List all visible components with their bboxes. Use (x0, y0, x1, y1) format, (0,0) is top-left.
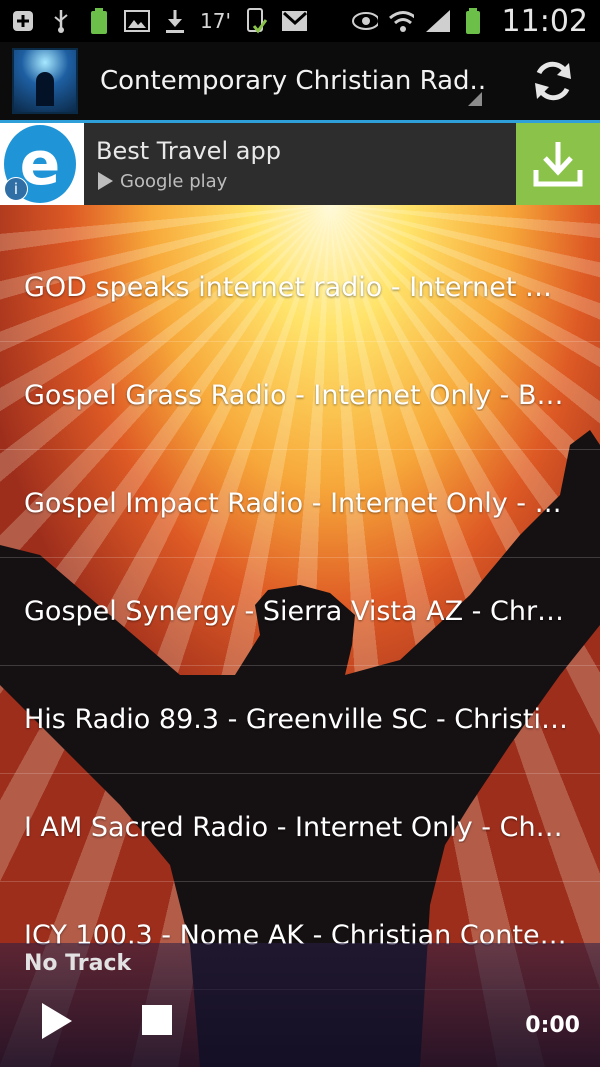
station-name: Gospel Impact Radio - Internet Only - Go… (24, 488, 569, 519)
station-name: I AM Sacred Radio - Internet Only - Chri… (24, 812, 569, 843)
list-item[interactable]: GOD speaks internet radio - Internet On.… (0, 205, 600, 342)
clock: 11:02 (501, 3, 588, 39)
ad-title: Best Travel app (96, 136, 281, 165)
list-item[interactable]: Gospel Synergy - Sierra Vista AZ - Chris… (0, 558, 600, 666)
add-icon (10, 8, 36, 34)
refresh-button[interactable] (528, 56, 578, 106)
google-play-icon (98, 172, 113, 190)
station-name: Gospel Grass Radio - Internet Only - Blu… (24, 380, 569, 411)
ad-banner[interactable]: e i Best Travel app Google play (0, 123, 600, 205)
list-item[interactable]: His Radio 89.3 - Greenville SC - Christi… (0, 666, 600, 774)
ad-download-button[interactable] (516, 123, 600, 205)
wifi-icon (388, 8, 414, 34)
stop-button[interactable] (142, 1005, 172, 1035)
gmail-icon (281, 8, 307, 34)
download-icon (162, 8, 188, 34)
list-item[interactable]: Gospel Grass Radio - Internet Only - Blu… (0, 342, 600, 450)
station-name: Gospel Synergy - Sierra Vista AZ - Chris… (24, 596, 569, 627)
signal-icon (424, 8, 450, 34)
app-logo-icon[interactable] (12, 48, 78, 114)
ad-text[interactable]: Best Travel app Google play (96, 137, 281, 192)
battery-icon (460, 8, 486, 34)
ad-store-label: Google play (120, 170, 228, 192)
station-list-area: GOD speaks internet radio - Internet On.… (0, 205, 600, 1067)
station-name: His Radio 89.3 - Greenville SC - Christi… (24, 704, 569, 735)
status-bar: 17' 11:02 (0, 0, 600, 42)
list-item[interactable]: Gospel Impact Radio - Internet Only - Go… (0, 450, 600, 558)
station-list: GOD speaks internet radio - Internet On.… (0, 205, 600, 990)
usb-icon (48, 8, 74, 34)
app-title-spinner[interactable]: Contemporary Christian Rad.. (100, 66, 486, 96)
battery-100-icon (86, 8, 112, 34)
download-icon (533, 142, 583, 187)
ad-store: Google play (96, 171, 281, 192)
eye-icon (351, 8, 378, 34)
ad-info-icon[interactable]: i (4, 177, 28, 201)
temperature-text: 17' (200, 9, 231, 33)
playback-time: 0:00 (525, 1013, 580, 1038)
dropdown-indicator-icon[interactable] (468, 92, 482, 106)
refresh-icon (535, 61, 571, 101)
player-bar: No Track 0:00 (0, 943, 600, 1067)
station-name: GOD speaks internet radio - Internet On.… (24, 272, 569, 303)
track-title: No Track (24, 951, 132, 976)
image-icon (124, 8, 150, 34)
ad-logo[interactable]: e i (0, 123, 84, 205)
action-bar: Contemporary Christian Rad.. (0, 42, 600, 123)
phone-check-icon (243, 8, 269, 34)
list-item[interactable]: I AM Sacred Radio - Internet Only - Chri… (0, 774, 600, 882)
play-button[interactable] (40, 1001, 74, 1041)
